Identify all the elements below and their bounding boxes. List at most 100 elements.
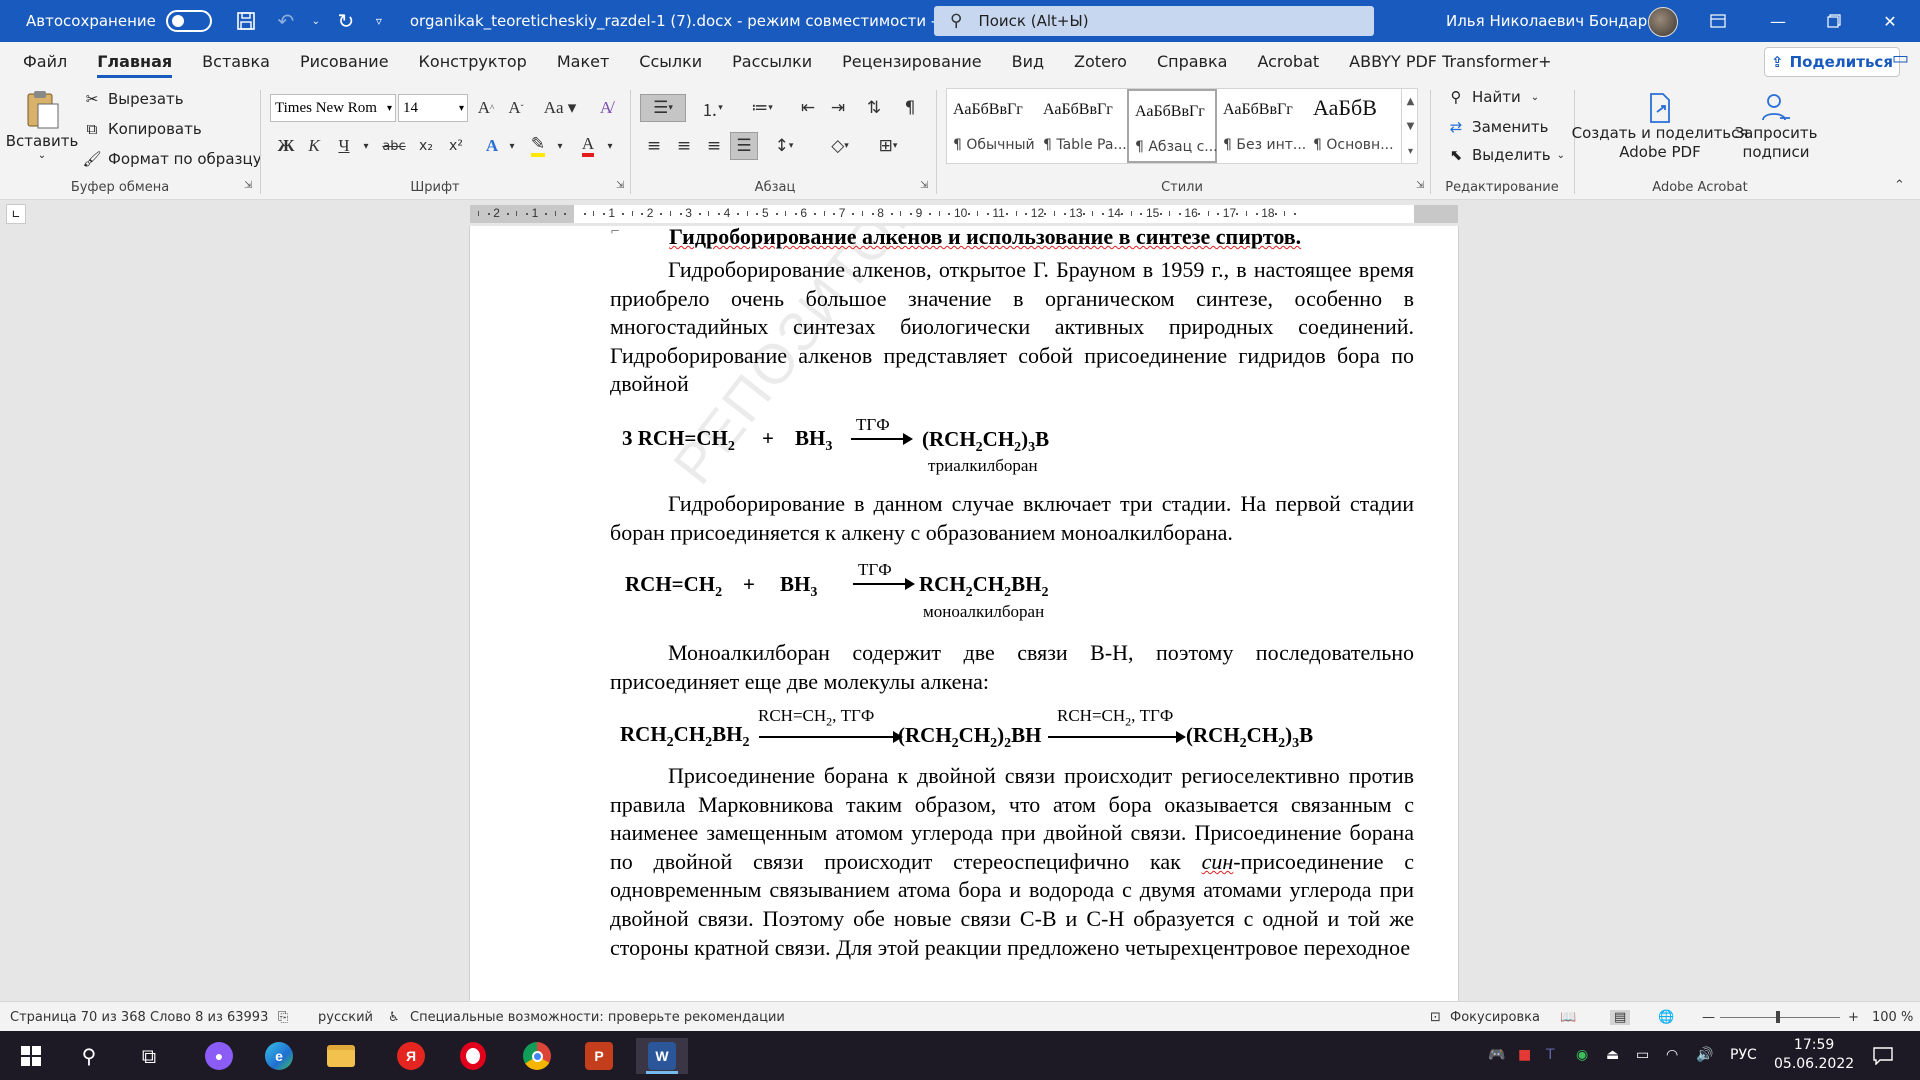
tab-references[interactable]: Ссылки: [624, 42, 717, 82]
zoom-out-icon[interactable]: —: [1702, 1010, 1715, 1025]
undo-icon[interactable]: ↶: [266, 5, 306, 37]
underline-dropdown-icon[interactable]: ▾: [352, 132, 380, 160]
align-right-icon[interactable]: ≡: [700, 132, 728, 160]
horizontal-ruler[interactable]: 2 1 1 2 3 4 5 6 7 8 9 10 11 12 13 14 15 16 17 18: [470, 205, 1458, 223]
zoom-in-icon[interactable]: +: [1848, 1010, 1859, 1025]
volume-icon[interactable]: 🔊: [1696, 1047, 1713, 1063]
web-layout-icon[interactable]: 🌐: [1658, 1010, 1674, 1025]
tab-zotero[interactable]: Zotero: [1059, 42, 1142, 82]
pilcrow-icon[interactable]: ¶: [896, 94, 924, 122]
style-list-paragraph[interactable]: АаБбВвГг ¶ Абзац с...: [1127, 89, 1218, 163]
user-name[interactable]: Илья Николаевич Бондарь: [1446, 12, 1656, 30]
avatar[interactable]: [1648, 7, 1678, 37]
word-icon[interactable]: W: [636, 1038, 688, 1074]
nvidia-icon[interactable]: ◉: [1576, 1047, 1588, 1063]
opera-browser-icon[interactable]: [450, 1038, 496, 1074]
yandex-browser-icon[interactable]: Я: [388, 1038, 434, 1074]
tab-file[interactable]: Файл: [8, 42, 82, 82]
align-left-icon[interactable]: ≡: [640, 132, 668, 160]
tab-review[interactable]: Рецензирование: [827, 42, 996, 82]
increase-indent-icon[interactable]: ⇥: [824, 94, 852, 122]
windows-start-icon[interactable]: [8, 1038, 54, 1074]
style-table-paragraph[interactable]: АаБбВвГг ¶ Table Pa...: [1037, 89, 1127, 163]
tab-view[interactable]: Вид: [997, 42, 1059, 82]
save-icon[interactable]: [226, 5, 266, 37]
chevron-down-icon[interactable]: ▾: [498, 132, 526, 160]
paragraph-launcher-icon[interactable]: ⇲: [920, 180, 928, 191]
redo-icon[interactable]: ↻: [326, 5, 366, 37]
select-button[interactable]: ⬉ Выделить ⌄: [1446, 146, 1565, 164]
restore-icon[interactable]: [1804, 0, 1864, 42]
tab-selector-icon[interactable]: ∟: [6, 204, 26, 224]
clear-formatting-icon[interactable]: A̸: [592, 94, 620, 122]
grow-font-icon[interactable]: A ^: [472, 94, 500, 122]
customize-toolbar-icon[interactable]: ▿: [366, 5, 392, 37]
sort-icon[interactable]: ⇅: [860, 94, 888, 122]
edge-browser-icon[interactable]: e: [256, 1038, 302, 1074]
shading-icon[interactable]: ◇ ▾: [820, 132, 860, 160]
minimize-icon[interactable]: —: [1748, 0, 1808, 42]
focus-mode[interactable]: Фокусировка: [1450, 1010, 1540, 1025]
line-spacing-icon[interactable]: ↕ ▾: [764, 132, 804, 160]
change-case-icon[interactable]: Aa ▾: [540, 94, 580, 122]
input-language[interactable]: РУС: [1730, 1047, 1757, 1063]
tab-abbyy[interactable]: ABBYY PDF Transformer+: [1334, 42, 1566, 82]
close-icon[interactable]: ✕: [1860, 0, 1920, 42]
tab-help[interactable]: Справка: [1142, 42, 1243, 82]
tab-layout[interactable]: Макет: [542, 42, 624, 82]
language[interactable]: русский: [318, 1010, 373, 1025]
cut-button[interactable]: ✂ Вырезать: [82, 90, 184, 108]
clipboard-launcher-icon[interactable]: ⇲: [244, 180, 252, 191]
font-launcher-icon[interactable]: ⇲: [616, 180, 624, 191]
accessibility-status[interactable]: Специальные возможности: проверьте реком…: [410, 1010, 785, 1025]
zoom-slider-thumb[interactable]: [1776, 1011, 1780, 1023]
print-layout-icon[interactable]: ▤: [1610, 1010, 1631, 1025]
borders-icon[interactable]: ⊞ ▾: [868, 132, 908, 160]
zoom-slider[interactable]: [1720, 1017, 1840, 1018]
shrink-font-icon[interactable]: Aˇ: [502, 94, 530, 122]
chevron-down-icon[interactable]: ▾: [596, 132, 624, 160]
tab-design[interactable]: Конструктор: [404, 42, 542, 82]
tab-draw[interactable]: Рисование: [285, 42, 404, 82]
share-button[interactable]: ⇪ Поделиться: [1764, 47, 1900, 77]
alice-assistant-icon[interactable]: ●: [196, 1038, 242, 1074]
document-page[interactable]: РЕПОЗИТОРИЙ ГГУ ИМЕНИ Ф. СКОРИНЫ Гидробо…: [469, 226, 1459, 1001]
battery-icon[interactable]: ▭: [1636, 1047, 1649, 1063]
replace-button[interactable]: ⇄ Заменить: [1446, 118, 1549, 136]
style-normal[interactable]: АаБбВвГг ¶ Обычный: [947, 89, 1037, 163]
word-counter[interactable]: Слово 8 из 63993: [150, 1010, 268, 1025]
create-share-pdf-button[interactable]: Создать и поделиться Adobe PDF: [1572, 92, 1748, 162]
clock[interactable]: 17:59 05.06.2022: [1774, 1036, 1854, 1074]
style-no-spacing[interactable]: АаБбВвГг ¶ Без инт...: [1217, 89, 1307, 163]
chevron-down-icon[interactable]: ▾: [546, 132, 574, 160]
search-icon[interactable]: ⚲: [66, 1038, 112, 1074]
comments-icon[interactable]: ▭: [1892, 48, 1909, 69]
teams-icon[interactable]: T: [1546, 1047, 1555, 1063]
tab-mailings[interactable]: Рассылки: [717, 42, 827, 82]
subscript-button[interactable]: x₂: [412, 132, 440, 160]
zoom-level[interactable]: 100 %: [1872, 1010, 1913, 1025]
proofing-icon[interactable]: ⎘: [278, 1010, 288, 1025]
font-name-combo[interactable]: Times New Rom ▾: [270, 94, 396, 122]
tab-insert[interactable]: Вставка: [187, 42, 285, 82]
file-explorer-icon[interactable]: [318, 1038, 364, 1074]
scroll-up-icon[interactable]: ▲: [1402, 89, 1419, 114]
collapse-ribbon-icon[interactable]: ⌃: [1894, 178, 1905, 193]
multilevel-list-button[interactable]: ≔ ▾: [740, 94, 784, 122]
find-button[interactable]: ⚲ Найти ⌄: [1446, 88, 1540, 106]
decrease-indent-icon[interactable]: ⇤: [794, 94, 822, 122]
format-painter-button[interactable]: 🖌 Формат по образцу: [82, 150, 261, 168]
align-center-icon[interactable]: ≡: [670, 132, 698, 160]
styles-launcher-icon[interactable]: ⇲: [1416, 180, 1424, 191]
autosave-toggle[interactable]: [165, 10, 212, 32]
copy-button[interactable]: ⧉ Копировать: [82, 120, 202, 138]
security-icon[interactable]: ■: [1518, 1047, 1531, 1063]
powerpoint-icon[interactable]: P: [576, 1038, 622, 1074]
superscript-button[interactable]: x²: [442, 132, 470, 160]
numbering-button[interactable]: ⒈ ▾: [690, 94, 734, 122]
bullets-button[interactable]: ☰ ▾: [640, 94, 686, 122]
notifications-icon[interactable]: [1860, 1038, 1906, 1074]
search-box[interactable]: ⚲ Поиск (Alt+Ы): [934, 6, 1374, 36]
request-signatures-button[interactable]: Запросить подписи: [1735, 92, 1817, 162]
wifi-icon[interactable]: ◠: [1666, 1047, 1678, 1063]
